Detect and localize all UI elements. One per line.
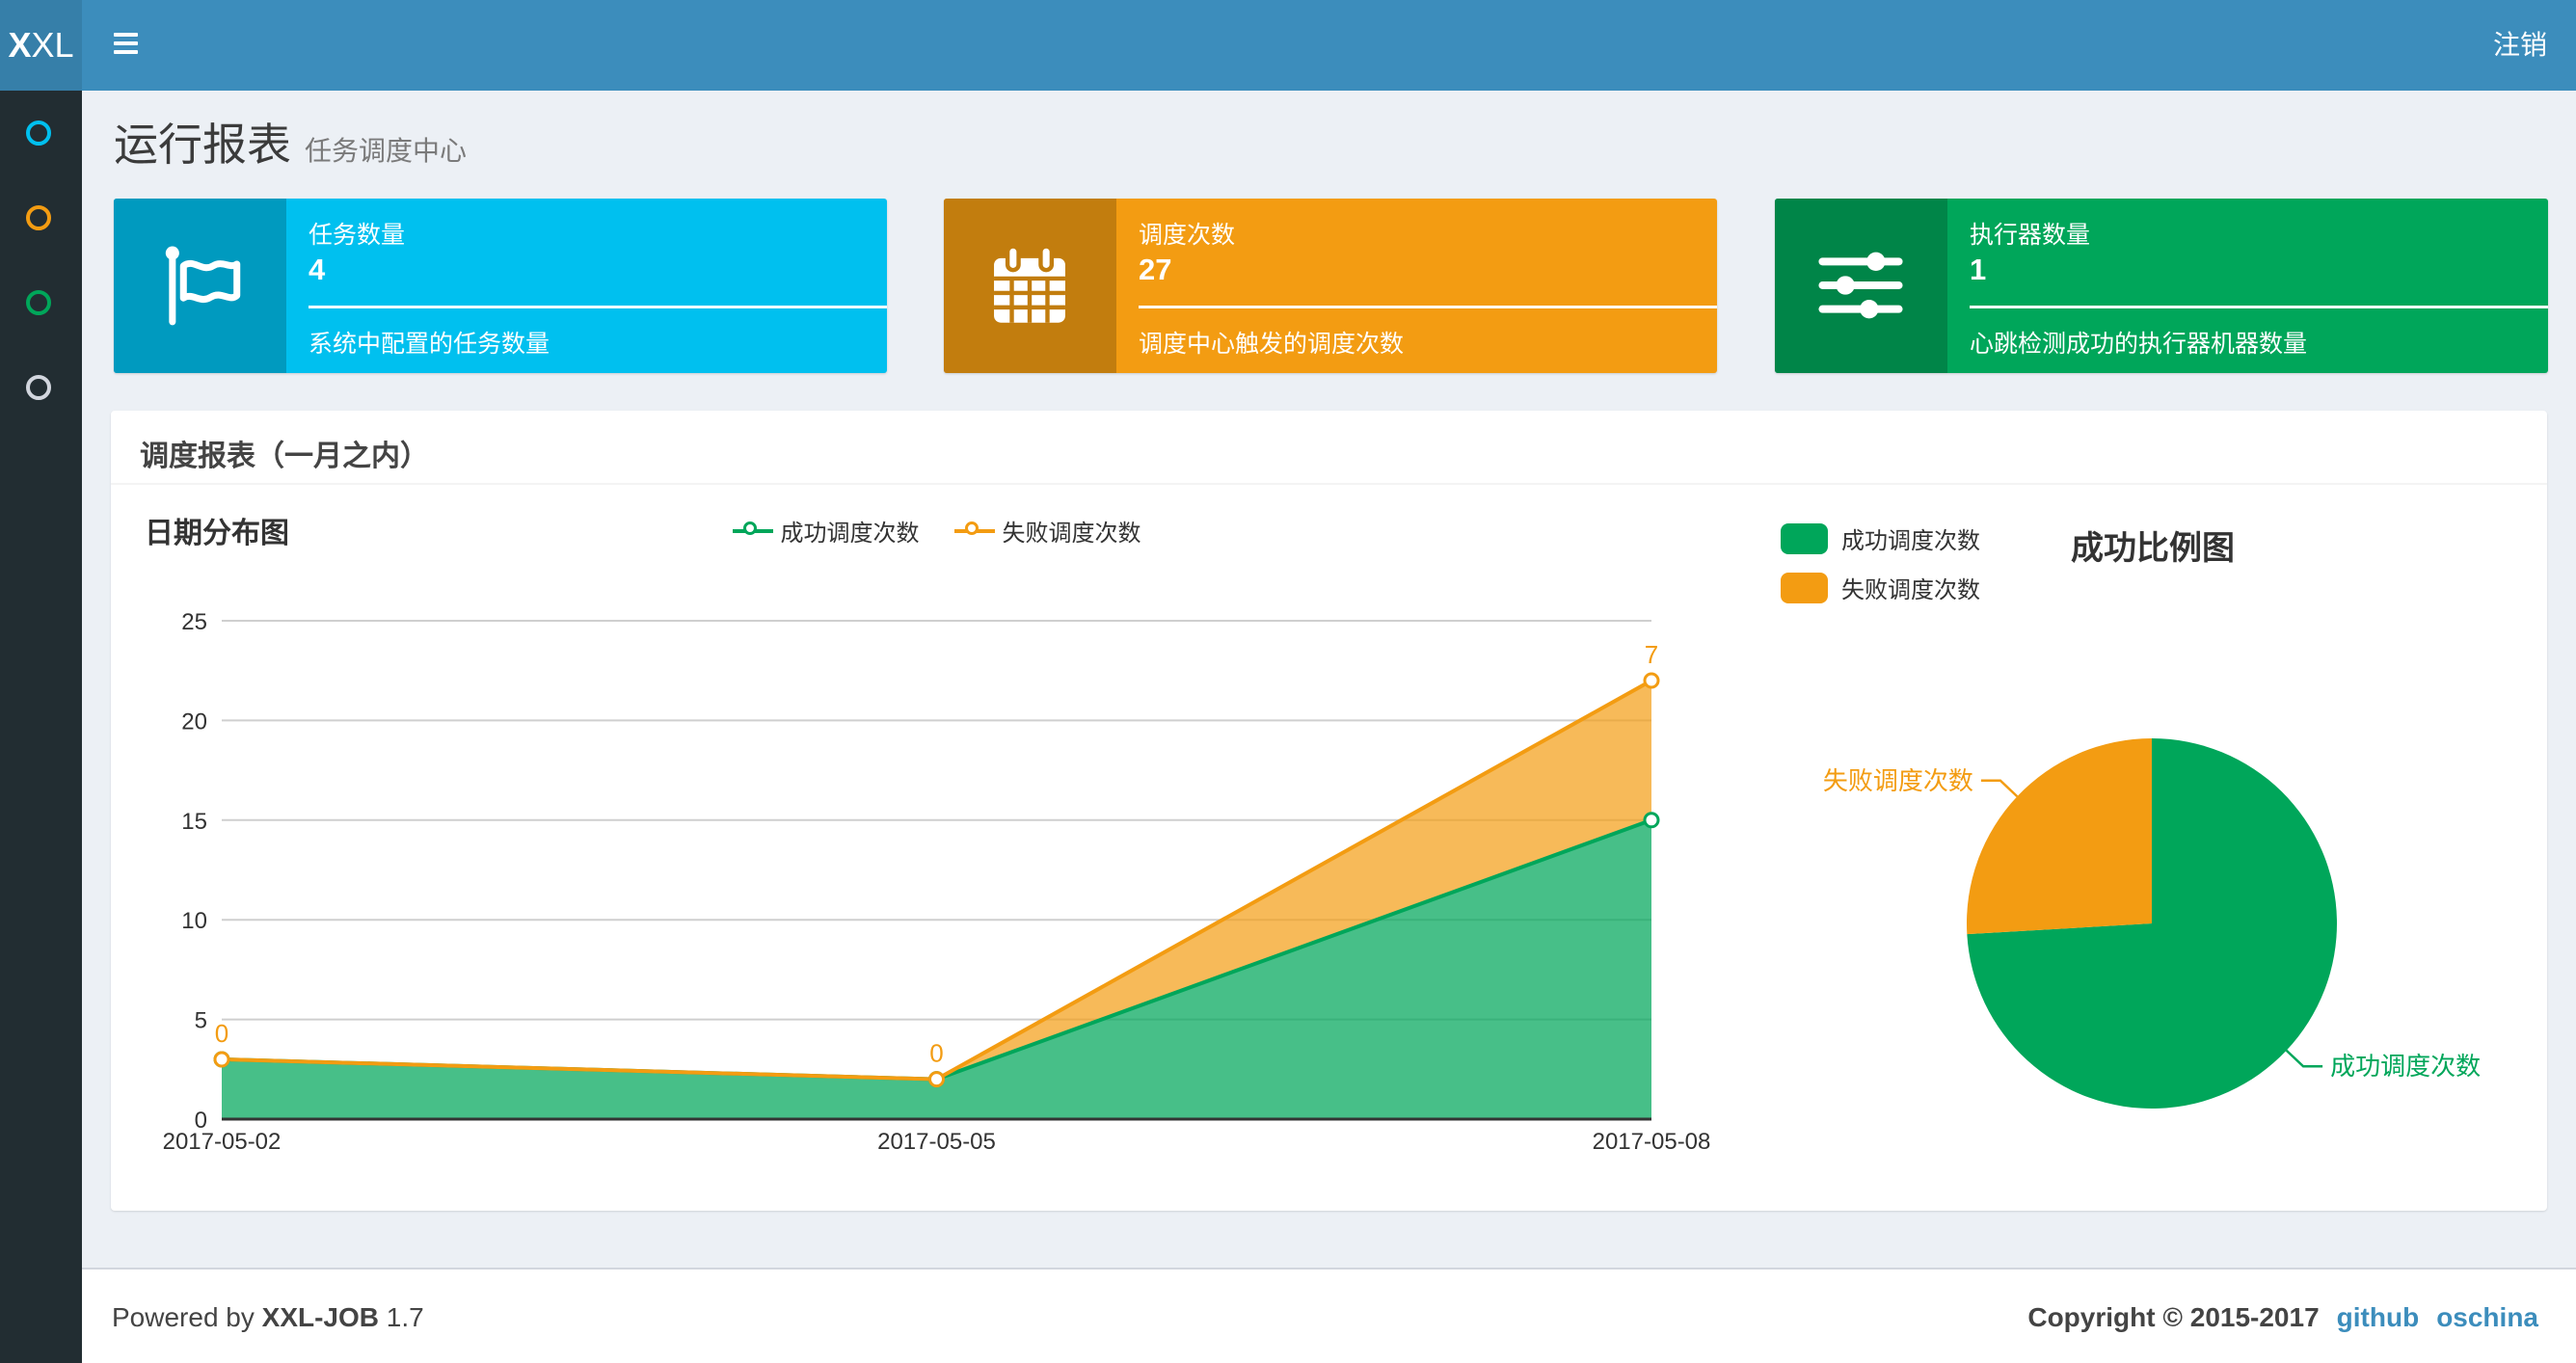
logo-bold: X [8, 25, 32, 65]
stat-box-triggers: 调度次数 27 调度中心触发的调度次数 [944, 199, 1717, 373]
panel-title: 调度报表（一月之内） [140, 441, 429, 472]
stat-box-executors: 执行器数量 1 心跳检测成功的执行器机器数量 [1775, 199, 2548, 373]
svg-text:5: 5 [195, 1008, 207, 1034]
success-ratio-chart[interactable]: 成功调度次数 失败调度次数 [1726, 482, 2555, 1215]
svg-text:成功调度次数: 成功调度次数 [2330, 1052, 2481, 1081]
svg-text:7: 7 [1645, 640, 1658, 669]
brand: XXL-JOB [261, 1302, 380, 1332]
stat-value: 1 [1970, 253, 1987, 286]
line-chart-legend: 成功调度次数 失败调度次数 [222, 514, 1651, 548]
circle-icon [26, 375, 51, 400]
stat-divider [1139, 306, 1717, 308]
page-subtitle: 任务调度中心 [305, 136, 468, 166]
line-legend-marker [732, 518, 773, 545]
sidebar-item-report[interactable] [0, 91, 82, 175]
page-title: 运行报表 [114, 120, 291, 170]
navbar: XXL 注销 [0, 0, 2576, 91]
stat-desc: 调度中心触发的调度次数 [1139, 331, 1405, 358]
oschina-link[interactable]: oschina [2436, 1302, 2538, 1332]
menu-toggle-icon[interactable] [114, 33, 138, 58]
sidebar-item-log[interactable] [0, 260, 82, 345]
footer: Powered by XXL-JOB 1.7 Copyright © 2015-… [82, 1268, 2576, 1363]
legend-item-fail[interactable]: 失败调度次数 [953, 514, 1141, 548]
svg-text:2017-05-08: 2017-05-08 [1593, 1129, 1711, 1155]
powered-by: Powered by XXL-JOB 1.7 [112, 1302, 424, 1332]
svg-text:15: 15 [181, 809, 207, 835]
svg-text:25: 25 [181, 609, 207, 635]
sidebar [0, 91, 82, 1363]
circle-icon [26, 205, 51, 230]
legend-item-success[interactable]: 成功调度次数 [732, 514, 920, 548]
svg-text:失败调度次数: 失败调度次数 [1823, 766, 1973, 795]
logo[interactable]: XXL [0, 0, 82, 91]
calendar-icon [944, 199, 1116, 373]
sliders-icon [1775, 199, 1947, 373]
stat-divider [309, 306, 887, 308]
svg-text:10: 10 [181, 908, 207, 934]
copyright: Copyright © 2015-2017 github oschina [2027, 1302, 2538, 1332]
logo-rest: XL [31, 25, 74, 65]
circle-icon [26, 290, 51, 315]
sidebar-item-executor[interactable] [0, 345, 82, 430]
github-link[interactable]: github [2337, 1302, 2420, 1332]
svg-text:2017-05-05: 2017-05-05 [877, 1129, 996, 1155]
stat-label: 执行器数量 [1970, 222, 2091, 249]
stat-desc: 心跳检测成功的执行器机器数量 [1970, 331, 2308, 358]
svg-text:2017-05-02: 2017-05-02 [163, 1129, 282, 1155]
panel-header: 调度报表（一月之内） [111, 411, 2547, 485]
stat-divider [1970, 306, 2548, 308]
stat-desc: 系统中配置的任务数量 [309, 331, 550, 358]
line-legend-marker [953, 518, 995, 545]
stat-label: 任务数量 [309, 222, 406, 249]
svg-text:0: 0 [929, 1039, 943, 1068]
stat-value: 4 [309, 253, 326, 286]
stat-box-jobs: 任务数量 4 系统中配置的任务数量 [114, 199, 887, 373]
circle-icon [26, 120, 51, 146]
logout-link[interactable]: 注销 [2464, 0, 2576, 91]
page-header: 运行报表 任务调度中心 [114, 110, 2042, 187]
flag-icon [114, 199, 286, 373]
stat-value: 27 [1139, 253, 1172, 286]
stat-label: 调度次数 [1139, 222, 1236, 249]
sidebar-item-job[interactable] [0, 175, 82, 260]
date-distribution-chart[interactable]: 00705101520252017-05-02 2017-05-05 2017-05… [82, 578, 1779, 1234]
svg-text:0: 0 [215, 1019, 228, 1048]
svg-text:20: 20 [181, 708, 207, 735]
